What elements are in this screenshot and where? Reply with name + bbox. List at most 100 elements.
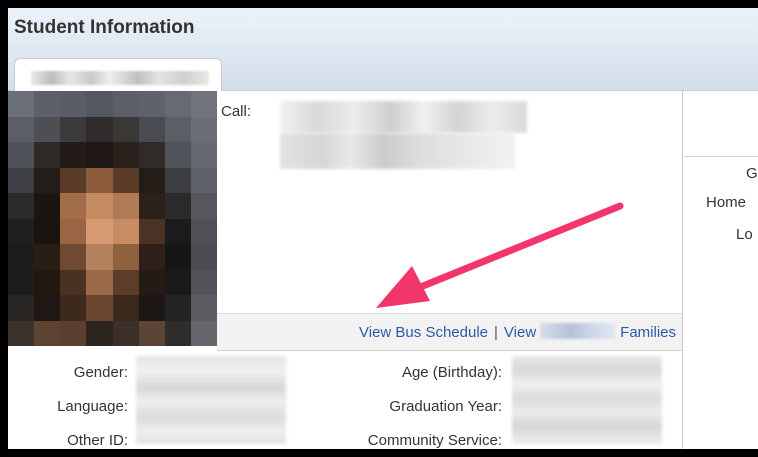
view-prefix: View — [503, 324, 537, 341]
photo-pixel — [34, 295, 61, 321]
age-birthday-label: Age (Birthday): — [401, 364, 502, 381]
student-details: Gender: Language: Other ID: Age (Birthda… — [8, 352, 682, 449]
photo-pixel — [60, 142, 87, 168]
photo-pixel — [86, 244, 113, 270]
photo-pixel — [86, 116, 113, 142]
photo-pixel — [112, 116, 139, 142]
photo-pixel — [138, 218, 165, 244]
photo-pixel — [34, 91, 61, 117]
photo-pixel — [34, 320, 61, 346]
photo-pixel — [112, 218, 139, 244]
photo-pixel — [60, 269, 87, 295]
tab-bar — [8, 52, 758, 91]
right-label-2: Home — [706, 194, 747, 211]
photo-pixel — [190, 142, 217, 168]
header-bar: Student Information — [8, 8, 758, 52]
right-divider — [684, 156, 758, 157]
photo-pixel — [60, 91, 87, 117]
photo-pixel — [190, 116, 217, 142]
language-label: Language: — [57, 398, 128, 415]
photo-pixel — [112, 167, 139, 193]
link-separator: | — [494, 324, 498, 341]
photo-pixel — [86, 320, 113, 346]
student-panel: Call: View Bus Schedule | View Families Gen… — [8, 91, 683, 449]
photo-pixel — [190, 91, 217, 117]
photo-pixel — [164, 320, 191, 346]
photo-pixel — [60, 218, 87, 244]
photo-pixel — [164, 269, 191, 295]
photo-pixel — [190, 167, 217, 193]
other-id-label: Other ID: — [67, 432, 128, 449]
photo-pixel — [8, 91, 35, 117]
photo-pixel — [138, 193, 165, 219]
redacted-family-name — [540, 323, 617, 339]
families-suffix: Families — [620, 324, 676, 341]
photo-pixel — [138, 142, 165, 168]
photo-pixel — [164, 218, 191, 244]
gender-label: Gender: — [73, 364, 128, 381]
photo-pixel — [60, 116, 87, 142]
redacted-phone — [280, 101, 527, 133]
photo-pixel — [86, 269, 113, 295]
photo-pixel — [112, 269, 139, 295]
photo-pixel — [8, 193, 35, 219]
photo-pixel — [8, 244, 35, 270]
photo-pixel — [138, 295, 165, 321]
photo-pixel — [112, 91, 139, 117]
links-bar: View Bus Schedule | View Families — [217, 313, 682, 351]
photo-pixel — [8, 218, 35, 244]
right-label-1: G — [746, 165, 758, 182]
photo-pixel — [112, 244, 139, 270]
photo-pixel — [164, 244, 191, 270]
photo-pixel — [86, 218, 113, 244]
photo-pixel — [60, 320, 87, 346]
graduation-year-label: Graduation Year: — [389, 398, 502, 415]
redacted-basic-values — [136, 356, 286, 444]
page-title: Student Information — [14, 17, 195, 38]
photo-pixel — [86, 193, 113, 219]
photo-pixel — [190, 295, 217, 321]
photo-pixel — [8, 295, 35, 321]
photo-pixel — [112, 295, 139, 321]
photo-pixel — [164, 142, 191, 168]
photo-pixel — [164, 167, 191, 193]
photo-pixel — [60, 167, 87, 193]
photo-pixel — [86, 167, 113, 193]
photo-pixel — [34, 269, 61, 295]
photo-pixel — [8, 167, 35, 193]
photo-pixel — [34, 167, 61, 193]
photo-pixel — [138, 91, 165, 117]
tab-student-name[interactable] — [14, 58, 222, 91]
photo-pixel — [34, 244, 61, 270]
student-information-window: Student Information Call: View Bus Sched… — [8, 8, 758, 449]
photo-pixel — [60, 295, 87, 321]
photo-pixel — [8, 116, 35, 142]
photo-pixel — [138, 167, 165, 193]
photo-pixel — [8, 320, 35, 346]
photo-pixel — [190, 218, 217, 244]
photo-pixel — [112, 320, 139, 346]
view-families-link[interactable]: View Families — [503, 323, 676, 341]
photo-pixel — [164, 295, 191, 321]
photo-pixel — [60, 244, 87, 270]
photo-pixel — [86, 142, 113, 168]
redacted-extra-values — [512, 356, 662, 444]
photo-pixel — [164, 193, 191, 219]
photo-pixel — [8, 269, 35, 295]
photo-pixel — [190, 193, 217, 219]
photo-pixel — [190, 320, 217, 346]
photo-pixel — [8, 142, 35, 168]
photo-pixel — [164, 91, 191, 117]
redacted-tab-label — [31, 71, 209, 85]
photo-pixel — [34, 218, 61, 244]
photo-pixel — [112, 193, 139, 219]
photo-pixel — [164, 116, 191, 142]
links-group: View Bus Schedule | View Families — [359, 323, 676, 341]
photo-pixel — [112, 142, 139, 168]
view-bus-schedule-link[interactable]: View Bus Schedule — [359, 324, 488, 341]
photo-pixel — [34, 193, 61, 219]
photo-pixel — [190, 269, 217, 295]
right-label-3: Lo — [736, 226, 753, 243]
redacted-phone-secondary — [280, 133, 515, 169]
photo-pixel — [86, 91, 113, 117]
